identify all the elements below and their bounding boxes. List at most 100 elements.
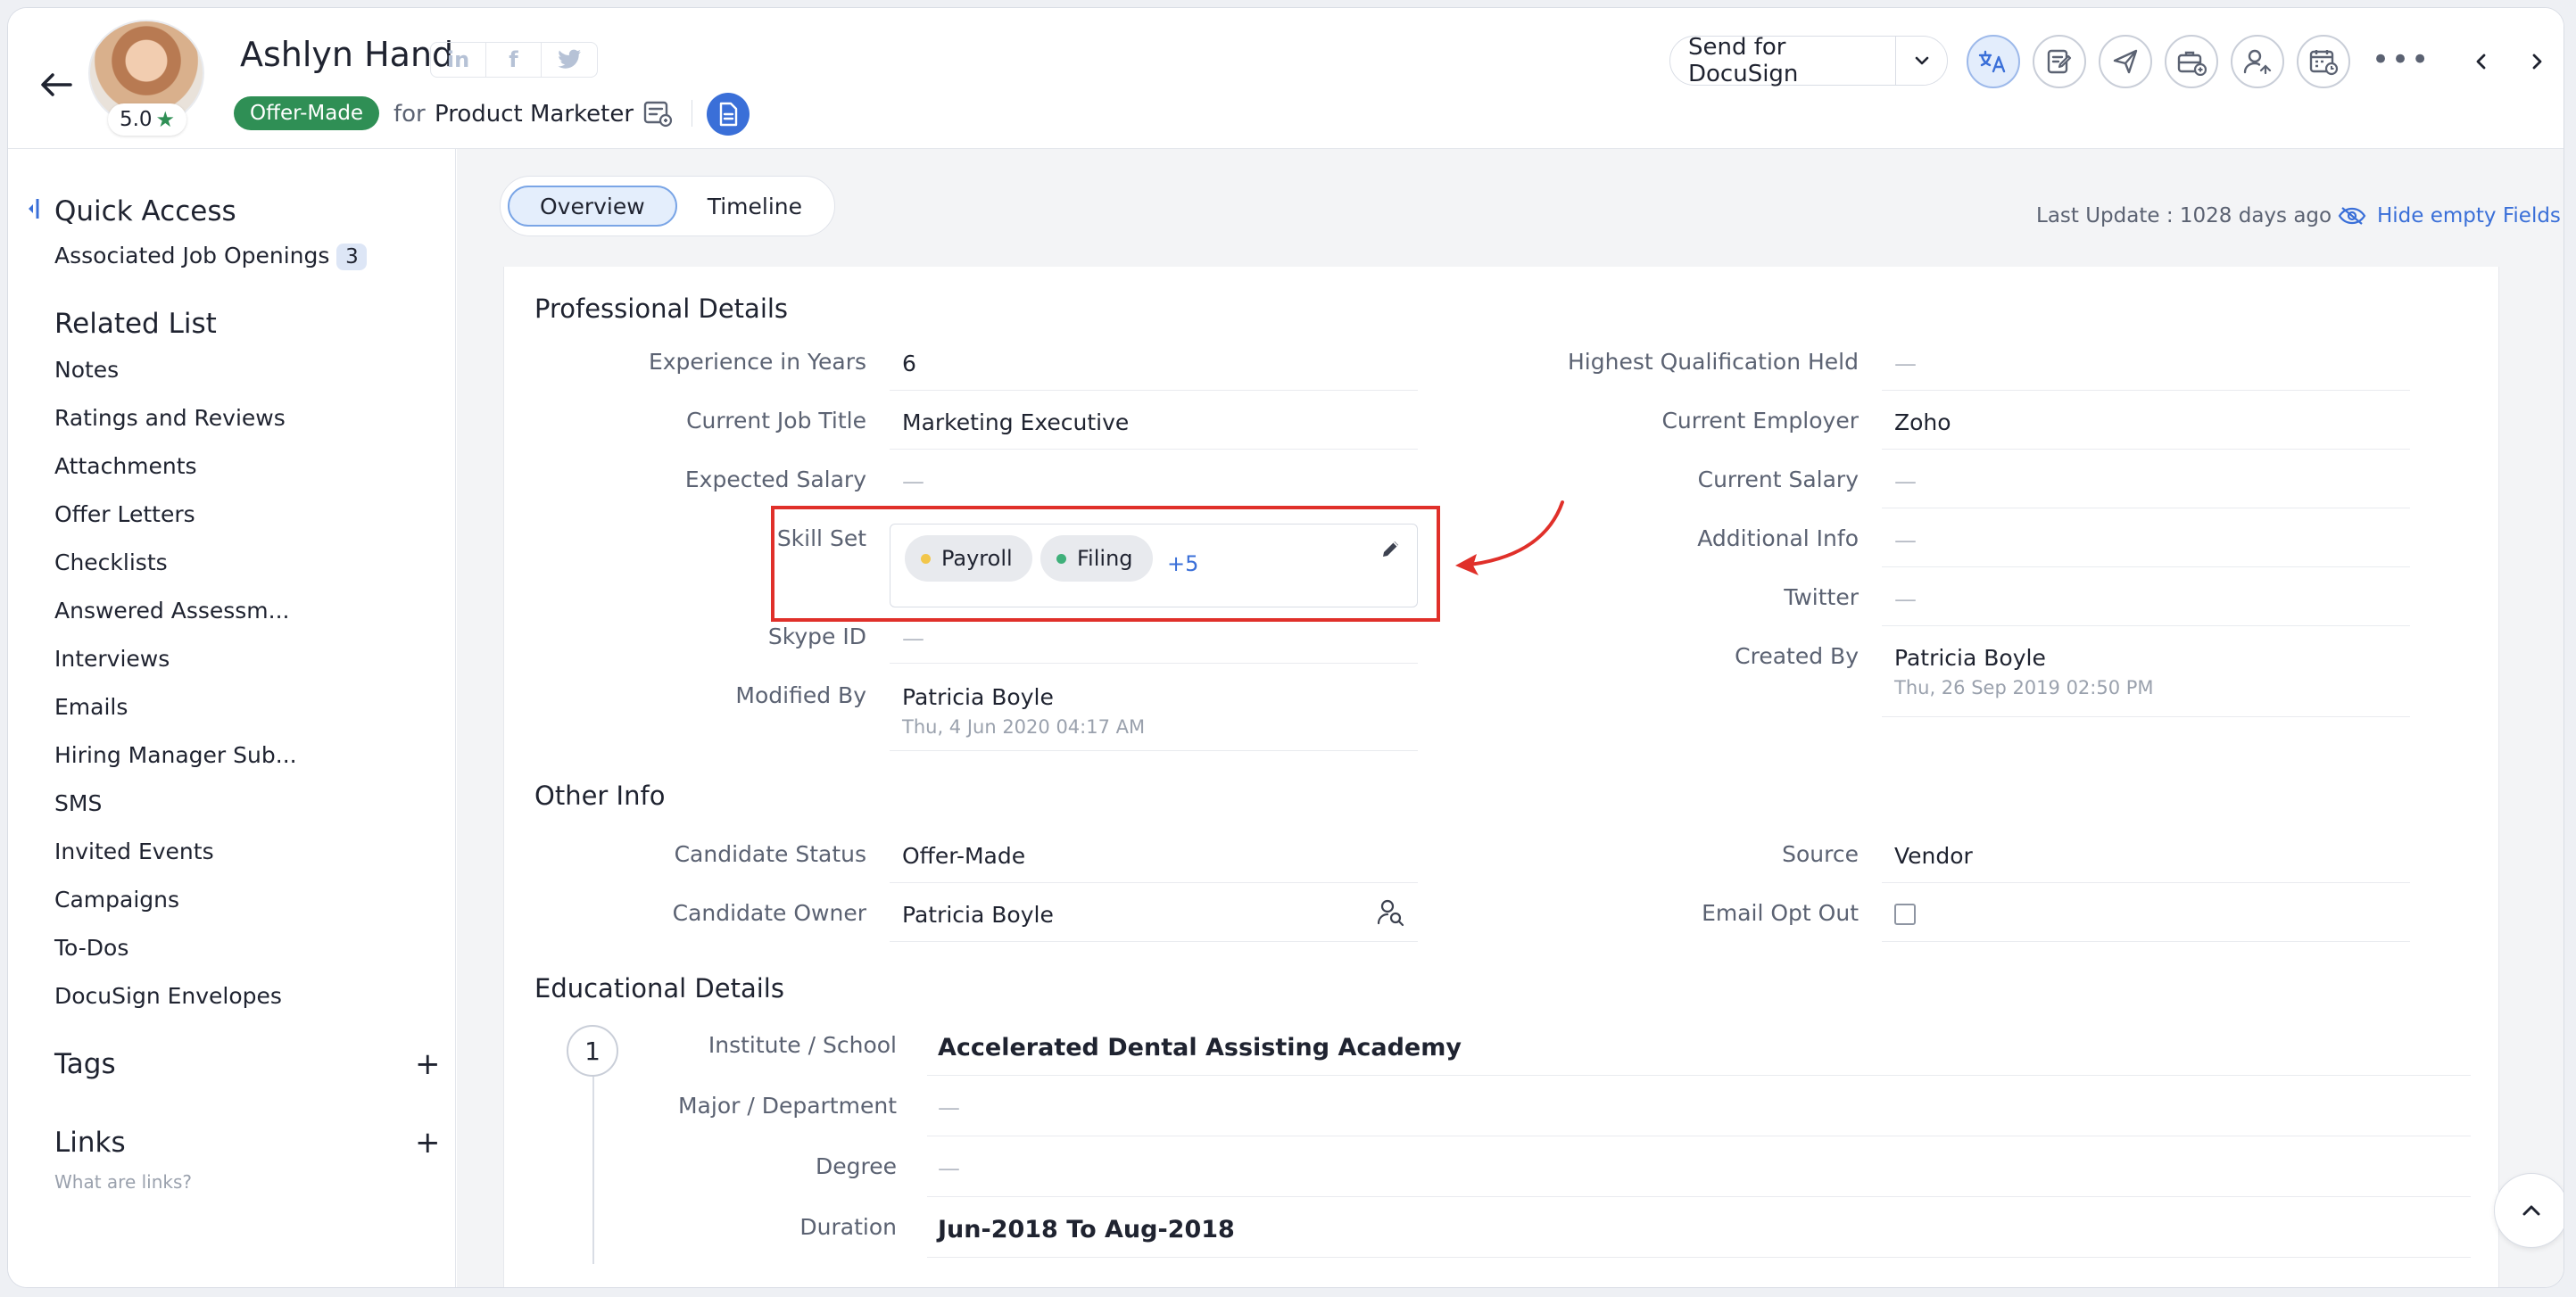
star-icon: ★ [155,107,176,132]
field-label: Source [1782,841,1859,867]
email-opt-out-checkbox[interactable] [1894,904,1916,925]
app-window: 5.0 ★ Ashlyn Hand in f Offer-Made for Pr… [7,7,2564,1288]
send-email-button[interactable] [2099,35,2152,88]
section-title-other: Other Info [534,781,666,811]
sidebar-item-invited-events[interactable]: Invited Events [54,839,214,864]
hide-empty-label: Hide empty Fields [2377,204,2561,227]
scroll-to-top-button[interactable] [2494,1173,2564,1248]
sidebar: Quick Access Associated Job Openings 3 Re… [8,149,456,1287]
translate-button[interactable] [1967,35,2020,88]
sidebar-item-assessments[interactable]: Answered Assessm... [54,598,290,624]
sidebar-item-campaigns[interactable]: Campaigns [54,887,179,913]
annotation-highlight [771,506,1440,622]
sidebar-item-notes[interactable]: Notes [54,357,119,383]
calendar-clock-icon [2309,50,2339,76]
collapse-sidebar-button[interactable] [26,195,44,226]
schedule-button[interactable] [2297,35,2350,88]
candidate-header: 5.0 ★ Ashlyn Hand in f Offer-Made for Pr… [8,8,2564,149]
field-divider [890,663,1418,664]
sidebar-item-todos[interactable]: To-Dos [54,935,128,961]
field-value-skype-id: — [902,625,924,651]
field-divider [927,1075,2471,1076]
field-label: Degree [816,1153,897,1179]
field-value-institute: Accelerated Dental Assisting Academy [938,1034,1462,1062]
facebook-icon[interactable]: f [486,43,542,77]
linkedin-icon[interactable]: in [431,43,486,77]
sidebar-item-ratings[interactable]: Ratings and Reviews [54,405,286,431]
document-button[interactable] [707,93,750,136]
previous-record-button[interactable] [2464,44,2499,79]
sidebar-item-sms[interactable]: SMS [54,790,102,816]
field-label: Major / Department [677,1093,897,1119]
job-opening-link[interactable]: Product Marketer [435,101,634,128]
field-divider [1882,449,2410,450]
add-link-button[interactable]: + [415,1125,441,1161]
add-tag-button[interactable]: + [415,1046,441,1082]
tab-timeline[interactable]: Timeline [677,186,832,227]
more-actions-button[interactable]: ••• [2372,42,2431,78]
associate-job-button[interactable] [2165,35,2218,88]
translate-icon [1978,50,2006,73]
hide-empty-fields-button[interactable]: Hide empty Fields [2338,204,2561,227]
send-docusign-button[interactable]: Send for DocuSign [1669,34,1948,87]
field-value-source: Vendor [1894,843,1973,869]
assign-owner-button[interactable] [2231,35,2284,88]
field-label: Candidate Status [674,841,866,867]
field-divider [1882,941,2410,942]
field-value-created-by[interactable]: Patricia Boyle [1894,645,2046,671]
change-job-button[interactable] [637,93,678,134]
field-divider [890,941,1418,942]
edit-notes-button[interactable] [2033,35,2086,88]
field-label: Modified By [735,682,866,708]
send-icon [2113,49,2138,74]
field-divider [890,750,1418,751]
count-badge: 3 [336,244,368,270]
tab-overview[interactable]: Overview [508,186,677,227]
arrow-left-icon [41,73,72,96]
social-links: in f [430,42,598,78]
owner-profile-button[interactable] [1377,898,1405,930]
next-record-button[interactable] [2519,44,2555,79]
user-search-icon [1377,899,1404,927]
tags-title: Tags [54,1048,116,1080]
related-list-title: Related List [54,308,217,340]
field-divider [890,882,1418,883]
sidebar-item-label: Associated Job Openings [54,243,330,268]
field-label: Institute / School [708,1032,897,1058]
links-help-link[interactable]: What are links? [54,1171,192,1193]
sidebar-item-hiring-manager[interactable]: Hiring Manager Sub... [54,742,297,768]
field-value-modified-by[interactable]: Patricia Boyle [902,684,1054,710]
field-divider [1882,390,2410,391]
field-divider [927,1257,2471,1258]
field-divider [890,390,1418,391]
rating-badge: 5.0 ★ [108,103,186,136]
field-label: Email Opt Out [1702,900,1859,926]
sidebar-item-associated-job-openings[interactable]: Associated Job Openings 3 [54,243,368,270]
sidebar-item-interviews[interactable]: Interviews [54,646,170,672]
rating-value: 5.0 [119,108,153,131]
sidebar-item-docusign-envelopes[interactable]: DocuSign Envelopes [54,983,282,1009]
back-button[interactable] [35,63,78,106]
sidebar-item-attachments[interactable]: Attachments [54,453,197,479]
field-value-experience: 6 [902,351,916,376]
sidebar-item-checklists[interactable]: Checklists [54,549,168,575]
field-value-twitter: — [1894,586,1917,612]
field-subtext-modified-time: Thu, 4 Jun 2020 04:17 AM [902,716,1146,738]
field-value-current-job-title: Marketing Executive [902,409,1130,435]
twitter-icon[interactable] [542,43,597,77]
status-badge: Offer-Made [234,96,380,130]
for-label: for [393,101,426,128]
field-value-candidate-owner[interactable]: Patricia Boyle [902,902,1054,928]
field-label: Skype ID [767,624,866,649]
eye-off-icon [2338,207,2366,225]
field-label: Current Job Title [686,408,866,434]
sidebar-item-offer-letters[interactable]: Offer Letters [54,501,195,527]
field-value-current-employer: Zoho [1894,409,1951,435]
sidebar-item-emails[interactable]: Emails [54,694,128,720]
field-label: Duration [799,1214,897,1240]
field-divider [1882,566,2410,567]
field-label: Expected Salary [684,467,866,492]
view-tabs: Overview Timeline [500,176,835,236]
field-label: Twitter [1784,584,1859,610]
docusign-dropdown[interactable] [1895,37,1947,85]
